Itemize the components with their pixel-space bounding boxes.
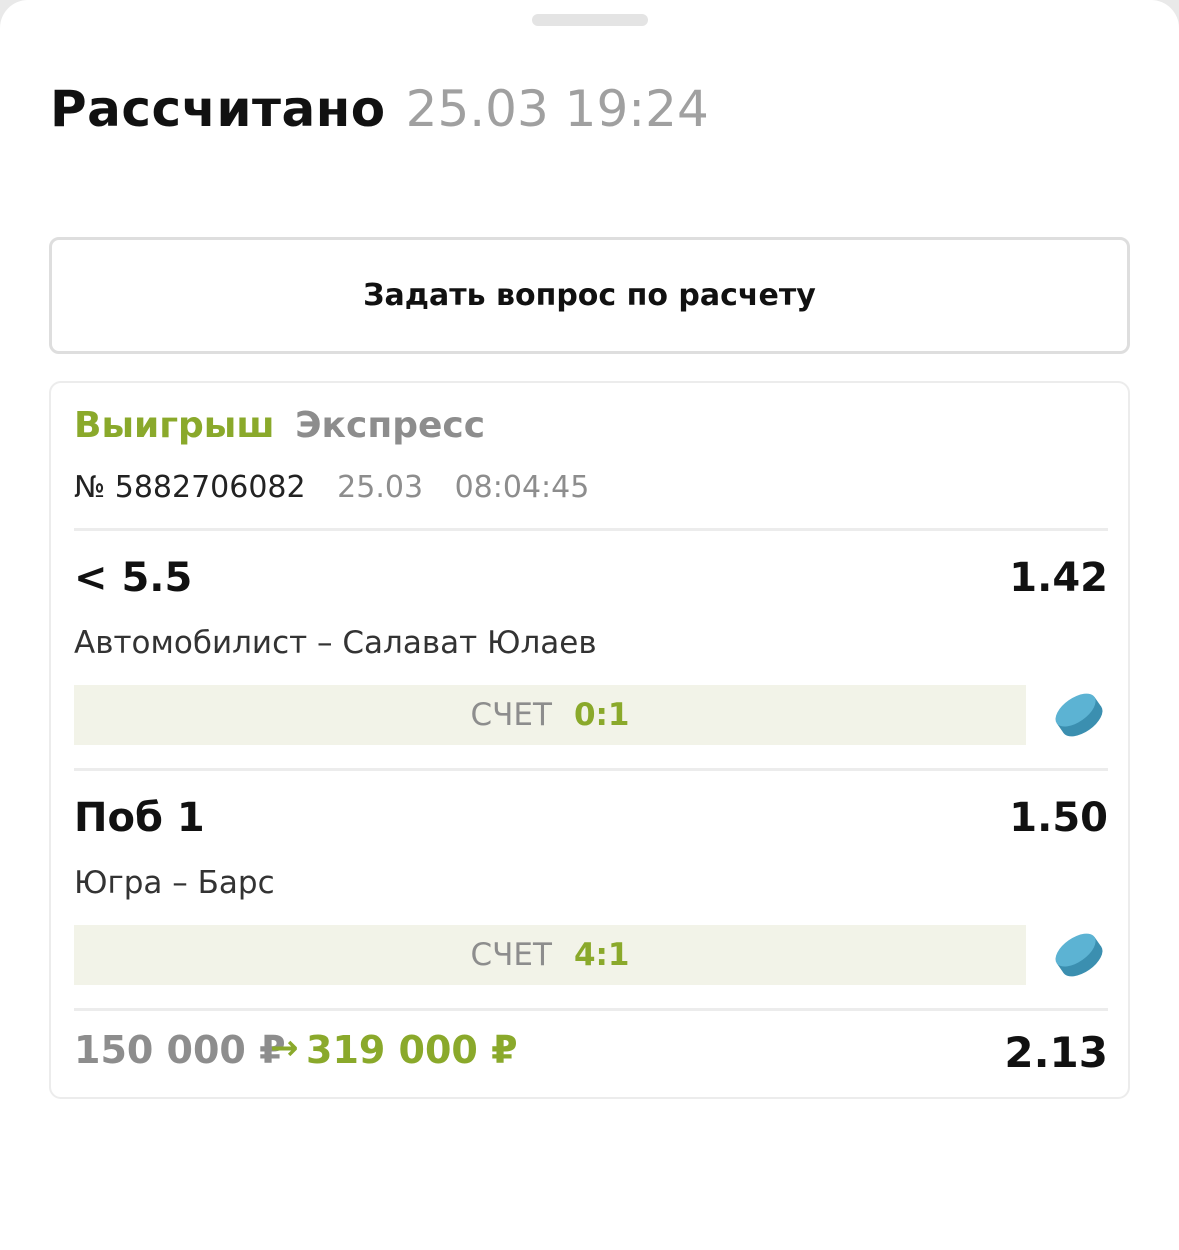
event-odds: 1.50 <box>1009 795 1108 841</box>
bet-status: Выигрыш <box>74 405 275 446</box>
event-item[interactable]: < 5.5 1.42 Автомобилист – Салават Юлаев … <box>74 555 1108 775</box>
hockey-puck-icon <box>1055 693 1103 737</box>
hockey-puck-icon <box>1055 933 1103 977</box>
score-value: 0:1 <box>573 697 630 733</box>
ask-question-button[interactable]: Задать вопрос по расчету <box>49 237 1130 354</box>
event-teams: Югра – Барс <box>74 865 275 901</box>
event-odds: 1.42 <box>1009 555 1108 601</box>
bet-number: № 5882706082 <box>74 470 306 505</box>
page-header: Рассчитано 25.03 19:24 <box>50 80 709 150</box>
divider <box>74 768 1108 771</box>
arrow-right-icon: → <box>270 1028 299 1068</box>
event-outcome: Поб 1 <box>74 795 205 841</box>
settled-date: 25.03 19:24 <box>405 80 709 138</box>
score-value: 4:1 <box>573 937 630 973</box>
bet-card: Выигрыш Экспресс № 5882706082 25.03 08:0… <box>49 381 1130 1099</box>
bet-status-line: Выигрыш Экспресс <box>74 405 589 446</box>
total-odds: 2.13 <box>1004 1028 1108 1077</box>
event-teams: Автомобилист – Салават Юлаев <box>74 625 597 661</box>
divider <box>74 528 1108 531</box>
divider <box>74 1008 1108 1011</box>
bet-date: 25.03 <box>337 470 424 505</box>
bet-details-sheet: Рассчитано 25.03 19:24 Задать вопрос по … <box>0 0 1179 1250</box>
bet-card-header: Выигрыш Экспресс № 5882706082 25.03 08:0… <box>74 405 589 505</box>
event-outcome: < 5.5 <box>74 555 193 601</box>
page-title: Рассчитано <box>50 80 386 138</box>
bet-type: Экспресс <box>295 405 486 446</box>
score-bar: СЧЕТ 0:1 <box>74 685 1026 745</box>
score-label: СЧЕТ <box>470 697 552 733</box>
event-item[interactable]: Поб 1 1.50 Югра – Барс СЧЕТ 4:1 <box>74 795 1108 1015</box>
score-bar: СЧЕТ 4:1 <box>74 925 1026 985</box>
score-label: СЧЕТ <box>470 937 552 973</box>
sheet-grabber[interactable] <box>532 14 648 26</box>
bet-summary: 150 000 ₽ → 319 000 ₽ 2.13 <box>74 1028 1108 1084</box>
bet-time: 08:04:45 <box>454 470 590 505</box>
bet-meta: № 5882706082 25.03 08:04:45 <box>74 470 589 505</box>
payout-amount: 319 000 ₽ <box>306 1028 518 1072</box>
stake-amount: 150 000 ₽ <box>74 1028 286 1072</box>
